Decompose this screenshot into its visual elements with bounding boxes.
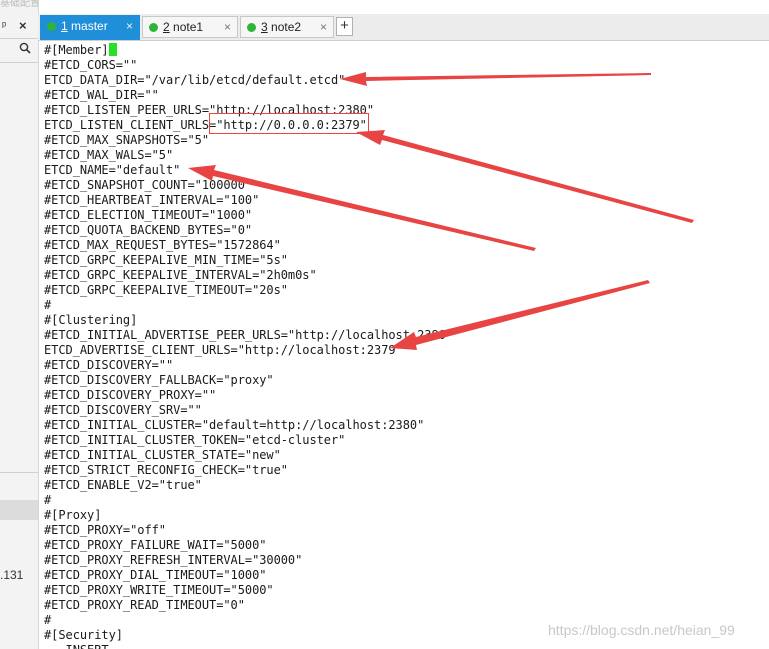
editor-line: #ETCD_DISCOVERY_SRV="" [44,403,202,417]
tab-bar: 1 master × 2 note1 × 3 note2 × + [38,14,769,41]
window-title: 基础配置 [0,0,38,9]
editor-line: #ETCD_GRPC_KEEPALIVE_MIN_TIME="5s" [44,253,288,267]
editor-line: #ETCD_HEARTBEAT_INTERVAL="100" [44,193,260,207]
connected-status-icon [149,23,158,32]
editor-line: #[Clustering] [44,313,138,327]
editor-line: #ETCD_QUOTA_BACKEND_BYTES="0" [44,223,253,237]
editor-line: #[Security] [44,628,123,642]
close-tab-icon[interactable]: × [126,16,133,36]
highlight-box-annotation [209,113,369,134]
pin-icon[interactable]: ᵖ [2,20,6,32]
terminal-editor[interactable]: #[Member] #ETCD_CORS="" ETCD_DATA_DIR="/va… [38,41,769,649]
editor-line: #ETCD_DISCOVERY_PROXY="" [44,388,217,402]
editor-line: #ETCD_INITIAL_CLUSTER="default=http://lo… [44,418,425,432]
close-panel-button[interactable]: × [19,18,27,33]
tab-label: 3 note2 [261,20,302,34]
editor-line: #[Member] [44,43,117,58]
editor-line: # [44,298,52,312]
editor-line: #ETCD_ELECTION_TIMEOUT="1000" [44,208,253,222]
editor-line: -- INSERT -- [44,643,130,649]
left-panel-divider [0,38,38,39]
tab-label: 1 master [61,19,108,33]
close-tab-icon[interactable]: × [224,17,231,37]
tab-note2[interactable]: 3 note2 × [240,16,334,38]
session-host-fragment: .131 [0,568,24,582]
session-list-item-selected[interactable] [0,500,38,520]
editor-line: ETCD_DATA_DIR="/var/lib/etcd/default.etc… [44,73,346,87]
editor-line: #ETCD_DISCOVERY_FALLBACK="proxy" [44,373,274,387]
connected-status-icon [47,22,56,31]
editor-line: # [44,613,52,627]
editor-line: #ETCD_MAX_WALS="5" [44,148,174,162]
editor-line: #ETCD_PROXY_FAILURE_WAIT="5000" [44,538,267,552]
editor-line: #ETCD_PROXY_READ_TIMEOUT="0" [44,598,245,612]
watermark: https://blog.csdn.net/heian_99 [548,622,735,638]
editor-line: #ETCD_PROXY_DIAL_TIMEOUT="1000" [44,568,267,582]
editor-line: #ETCD_ENABLE_V2="true" [44,478,202,492]
editor-line: #ETCD_DISCOVERY="" [44,358,174,372]
editor-line: #ETCD_PROXY_REFRESH_INTERVAL="30000" [44,553,303,567]
editor-line: ETCD_NAME="default" [44,163,181,177]
editor-line: ETCD_ADVERTISE_CLIENT_URLS="http://local… [44,343,403,357]
left-panel-divider [0,472,38,473]
tab-label: 2 note1 [163,20,204,34]
editor-line: #ETCD_MAX_SNAPSHOTS="5" [44,133,210,147]
close-tab-icon[interactable]: × [320,17,327,37]
editor-line: #ETCD_INITIAL_ADVERTISE_PEER_URLS="http:… [44,328,453,342]
tab-master[interactable]: 1 master × [40,15,140,40]
editor-line: #ETCD_CORS="" [44,58,138,72]
editor-line: #ETCD_MAX_REQUEST_BYTES="1572864" [44,238,281,252]
left-panel-divider [0,62,38,63]
tab-note1[interactable]: 2 note1 × [142,16,238,38]
editor-line: #ETCD_PROXY_WRITE_TIMEOUT="5000" [44,583,274,597]
editor-line: #[Proxy] [44,508,102,522]
connected-status-icon [247,23,256,32]
editor-line: #ETCD_WAL_DIR="" [44,88,159,102]
editor-line: #ETCD_INITIAL_CLUSTER_TOKEN="etcd-cluste… [44,433,346,447]
search-icon[interactable] [19,42,31,57]
editor-line: #ETCD_PROXY="off" [44,523,166,537]
editor-line: # [44,493,52,507]
editor-line: #ETCD_SNAPSHOT_COUNT="100000" [44,178,253,192]
left-panel: 基础配置 ᵖ × .131 [0,0,39,649]
editor-line: #ETCD_INITIAL_CLUSTER_STATE="new" [44,448,281,462]
editor-line: #ETCD_GRPC_KEEPALIVE_TIMEOUT="20s" [44,283,288,297]
editor-line: #ETCD_GRPC_KEEPALIVE_INTERVAL="2h0m0s" [44,268,317,282]
editor-line: #ETCD_STRICT_RECONFIG_CHECK="true" [44,463,288,477]
text-cursor [108,43,117,56]
add-tab-button[interactable]: + [336,17,353,36]
